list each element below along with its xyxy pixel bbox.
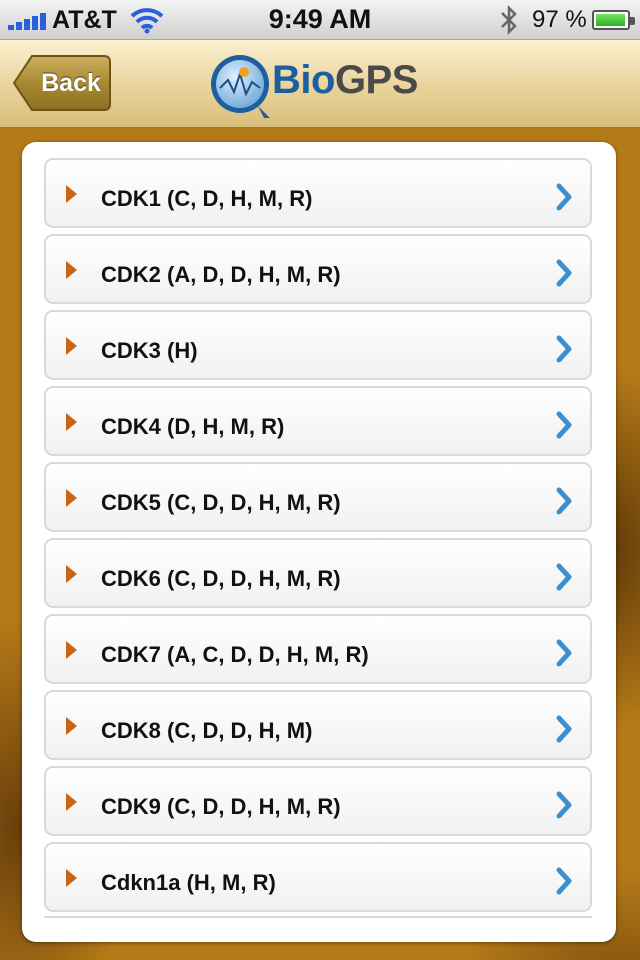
chevron-right-icon (556, 259, 572, 287)
gene-list-panel: CDK1 (C, D, H, M, R) CDK2 (A, D, D, H, M,… (22, 142, 616, 942)
list-item-label: CDK6 (C, D, D, H, M, R) (101, 566, 341, 591)
disclosure-triangle-icon (66, 185, 77, 203)
list-item[interactable]: CDK2 (A, D, D, H, M, R) (44, 234, 592, 304)
navigation-bar: Back BioGPS (0, 40, 640, 128)
list-tail-divider (44, 916, 592, 926)
chevron-right-icon (556, 791, 572, 819)
list-item-label: CDK8 (C, D, D, H, M) (101, 718, 313, 743)
disclosure-triangle-icon (66, 261, 77, 279)
list-item[interactable]: CDK9 (C, D, D, H, M, R) (44, 766, 592, 836)
list-item[interactable]: CDK7 (A, C, D, D, H, M, R) (44, 614, 592, 684)
logo-text: BioGPS (272, 58, 418, 103)
list-item[interactable]: CDK6 (C, D, D, H, M, R) (44, 538, 592, 608)
back-button[interactable]: Back (12, 54, 112, 112)
list-item-label: CDK9 (C, D, D, H, M, R) (101, 794, 341, 819)
list-item[interactable]: CDK3 (H) (44, 310, 592, 380)
chevron-right-icon (556, 411, 572, 439)
chevron-right-icon (556, 715, 572, 743)
disclosure-triangle-icon (66, 489, 77, 507)
back-button-label: Back (41, 69, 101, 97)
bluetooth-icon (501, 4, 517, 36)
battery-fill (596, 14, 626, 26)
gene-list: CDK1 (C, D, H, M, R) CDK2 (A, D, D, H, M,… (44, 158, 592, 918)
list-item[interactable]: CDK5 (C, D, D, H, M, R) (44, 462, 592, 532)
logo-text-gps: GPS (334, 58, 418, 102)
disclosure-triangle-icon (66, 793, 77, 811)
list-item-label: CDK1 (C, D, H, M, R) (101, 186, 313, 211)
list-item[interactable]: CDK4 (D, H, M, R) (44, 386, 592, 456)
list-item[interactable]: CDK1 (C, D, H, M, R) (44, 158, 592, 228)
disclosure-triangle-icon (66, 641, 77, 659)
chevron-right-icon (556, 867, 572, 895)
disclosure-triangle-icon (66, 337, 77, 355)
chevron-right-icon (556, 563, 572, 591)
chevron-right-icon (556, 639, 572, 667)
list-item-label: CDK4 (D, H, M, R) (101, 414, 285, 439)
biogps-logo: BioGPS (208, 52, 438, 120)
disclosure-triangle-icon (66, 869, 77, 887)
list-item[interactable]: CDK8 (C, D, D, H, M) (44, 690, 592, 760)
disclosure-triangle-icon (66, 413, 77, 431)
list-item-label: CDK7 (A, C, D, D, H, M, R) (101, 642, 369, 667)
list-item-label: CDK2 (A, D, D, H, M, R) (101, 262, 341, 287)
chevron-right-icon (556, 335, 572, 363)
list-item-label: Cdkn1a (H, M, R) (101, 870, 276, 895)
disclosure-triangle-icon (66, 565, 77, 583)
battery-percent: 97 % (532, 6, 587, 33)
list-item[interactable]: Cdkn1a (H, M, R) (44, 842, 592, 912)
list-item-label: CDK5 (C, D, D, H, M, R) (101, 490, 341, 515)
logo-globe-icon (211, 55, 270, 118)
chevron-right-icon (556, 487, 572, 515)
status-bar: AT&T 9:49 AM 97 % (0, 0, 640, 40)
disclosure-triangle-icon (66, 717, 77, 735)
list-item-label: CDK3 (H) (101, 338, 198, 363)
logo-text-bio: Bio (272, 58, 335, 102)
battery-icon (592, 10, 635, 30)
chevron-right-icon (556, 183, 572, 211)
